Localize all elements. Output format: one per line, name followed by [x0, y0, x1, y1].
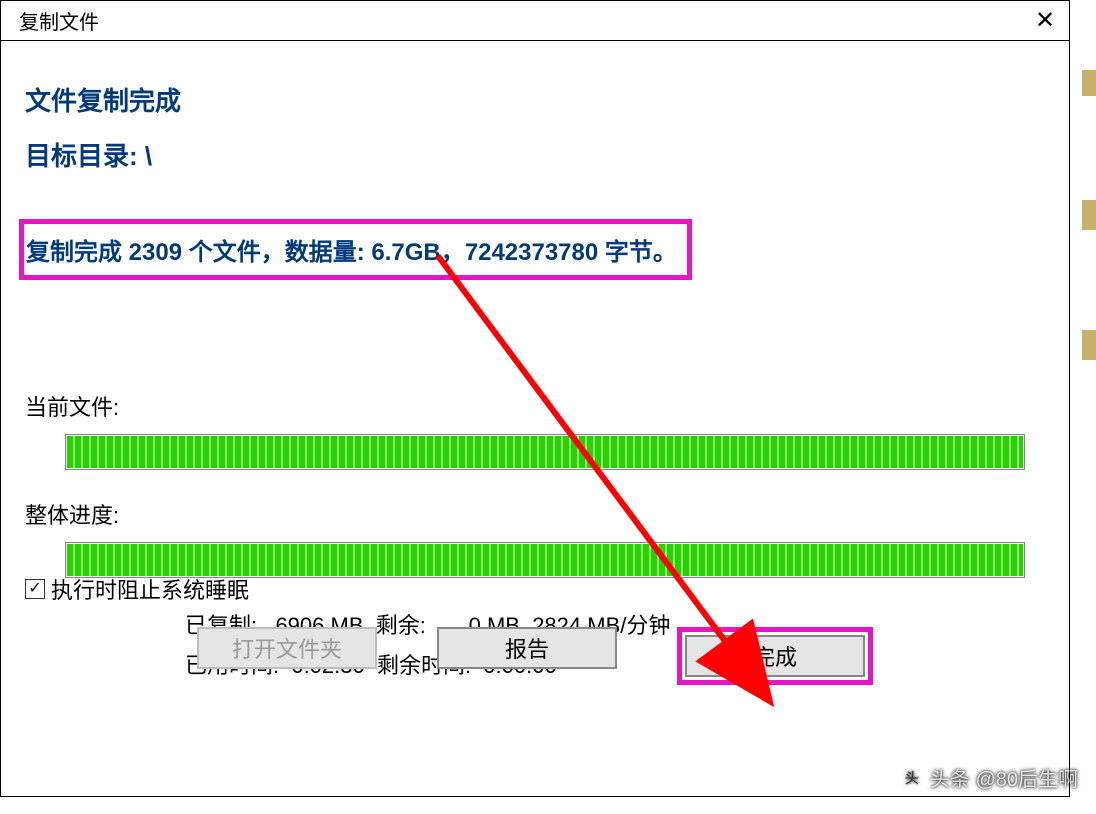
finish-button-highlight: 完成: [677, 627, 873, 685]
target-directory-label: 目标目录: \: [25, 136, 1045, 173]
titlebar: 复制文件 ✕: [1, 1, 1069, 41]
summary-highlight-box: 复制完成 2309 个文件，数据量: 6.7GB，7242373780 字节。: [19, 219, 692, 280]
overall-progress-label: 整体进度:: [25, 498, 1045, 530]
report-button[interactable]: 报告: [437, 627, 617, 669]
dialog-button-row: 打开文件夹 报告 完成: [1, 627, 1069, 685]
close-icon: ✕: [1035, 6, 1055, 35]
window-title: 复制文件: [19, 6, 99, 35]
finish-button[interactable]: 完成: [685, 635, 865, 677]
overall-progress-fill: [67, 544, 1023, 576]
copy-files-dialog: 复制文件 ✕ 文件复制完成 目标目录: \ 复制完成 2309 个文件，数据量:…: [0, 0, 1070, 797]
copy-complete-heading: 文件复制完成: [25, 81, 1045, 118]
checkbox-icon: ✓: [25, 579, 45, 599]
checkmark-icon: ✓: [28, 581, 41, 597]
open-folder-label: 打开文件夹: [232, 632, 342, 664]
dialog-content: 文件复制完成 目标目录: \ 复制完成 2309 个文件，数据量: 6.7GB，…: [1, 41, 1069, 705]
report-label: 报告: [505, 632, 549, 664]
current-file-progress-bar: [65, 434, 1025, 470]
prevent-sleep-label: 执行时阻止系统睡眠: [51, 573, 249, 605]
open-folder-button: 打开文件夹: [197, 627, 377, 669]
current-file-label: 当前文件:: [25, 390, 1045, 422]
current-file-progress-section: 当前文件:: [25, 390, 1045, 470]
background-strip: [1074, 0, 1096, 814]
close-button[interactable]: ✕: [1021, 1, 1069, 41]
current-file-progress-fill: [67, 436, 1023, 468]
finish-label: 完成: [753, 640, 797, 672]
copy-summary-text: 复制完成 2309 个文件，数据量: 6.7GB，7242373780 字节。: [26, 239, 677, 266]
prevent-sleep-checkbox[interactable]: ✓ 执行时阻止系统睡眠: [25, 573, 249, 605]
overall-progress-section: 整体进度:: [25, 498, 1045, 578]
